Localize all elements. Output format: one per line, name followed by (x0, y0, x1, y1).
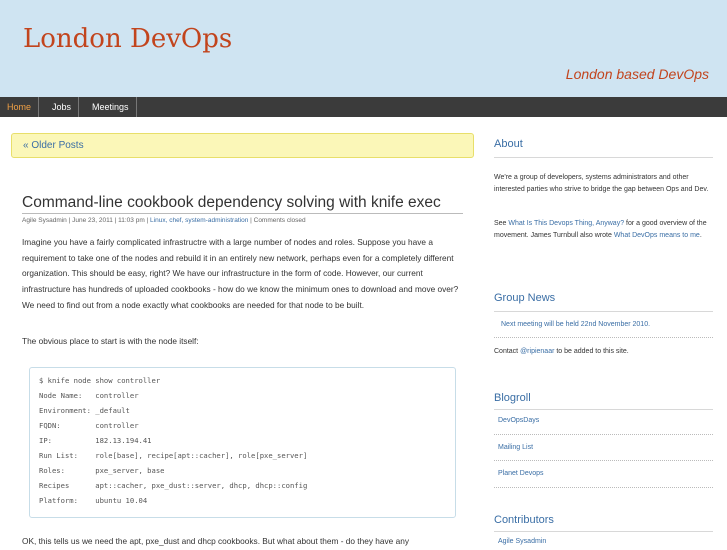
post-tags-link[interactable]: Linux, chef, system-administration (150, 217, 248, 224)
post-paragraph-3: OK, this tells us we need the apt, pxe_d… (22, 536, 409, 546)
code-line: Recipes apt::cacher, pxe_dust::server, d… (39, 481, 308, 490)
contact-suffix: to be added to this site. (554, 348, 629, 355)
older-posts-link[interactable]: « Older Posts (23, 140, 84, 151)
about-see-prefix: See (494, 220, 509, 227)
post-comments-status: Comments closed (253, 217, 306, 224)
site-tagline: London based DevOps (565, 66, 709, 82)
nav-jobs[interactable]: Jobs (45, 97, 80, 117)
about-divider (494, 157, 713, 158)
devops-thing-link[interactable]: What Is This Devops Thing, Anyway? (508, 220, 624, 227)
blogroll-item-divider (494, 487, 713, 488)
code-line: $ knife node show controller (39, 376, 161, 385)
group-news-item[interactable]: Next meeting will be held 22nd November … (501, 321, 720, 328)
post-meta-info: Agile Sysadmin | June 23, 2011 | 11:03 p… (22, 217, 151, 224)
about-see-end: . (699, 231, 702, 239)
about-see-text: See What Is This Devops Thing, Anyway? f… (494, 218, 712, 241)
code-line: FQDN: controller (39, 421, 139, 430)
post-meta: Agile Sysadmin | June 23, 2011 | 11:03 p… (22, 217, 306, 224)
group-news-contact: Contact @ripienaar to be added to this s… (494, 346, 712, 358)
contributor-item[interactable]: Agile Sysadmin (498, 538, 717, 545)
post-paragraph-1: Imagine you have a fairly complicated in… (22, 237, 459, 310)
main-nav: Home Jobs Meetings (0, 97, 727, 117)
code-line: Platform: ubuntu 10.04 (39, 496, 148, 505)
contact-link[interactable]: @ripienaar (520, 348, 554, 355)
blogroll-item-mailing-list[interactable]: Mailing List (498, 444, 717, 451)
site-header: London DevOps London based DevOps (0, 0, 727, 97)
group-news-heading: Group News (494, 292, 556, 304)
blogroll-item-planet-devops[interactable]: Planet Devops (498, 470, 717, 477)
code-line: Node Name: controller (39, 391, 139, 400)
site-title[interactable]: London DevOps (23, 24, 232, 54)
code-line: Roles: pxe_server, base (39, 466, 165, 475)
nav-home[interactable]: Home (0, 97, 40, 117)
blogroll-item-devopsdays[interactable]: DevOpsDays (498, 417, 717, 424)
code-block: $ knife node show controller Node Name: … (29, 367, 456, 518)
blogroll-item-divider (494, 460, 713, 461)
contributors-divider (494, 531, 713, 532)
about-heading: About (494, 138, 523, 150)
about-text: We're a group of developers, systems adm… (494, 174, 709, 193)
post-title[interactable]: Command-line cookbook dependency solving… (22, 194, 441, 212)
post-title-divider (22, 213, 463, 214)
blogroll-heading: Blogroll (494, 392, 531, 404)
code-line: Environment: _default (39, 406, 130, 415)
devops-means-link[interactable]: What DevOps means to me (614, 232, 700, 239)
blogroll-item-divider (494, 434, 713, 435)
group-news-item-divider (494, 337, 713, 338)
code-line: IP: 182.13.194.41 (39, 436, 152, 445)
contributors-heading: Contributors (494, 514, 554, 526)
code-line: Run List: role[base], recipe[apt::cacher… (39, 451, 308, 460)
group-news-divider (494, 311, 713, 312)
older-posts-box: « Older Posts (11, 133, 474, 158)
nav-meetings[interactable]: Meetings (85, 97, 137, 117)
blogroll-divider (494, 409, 713, 410)
contact-prefix: Contact (494, 348, 521, 355)
post-paragraph-2: The obvious place to start is with the n… (22, 336, 199, 346)
